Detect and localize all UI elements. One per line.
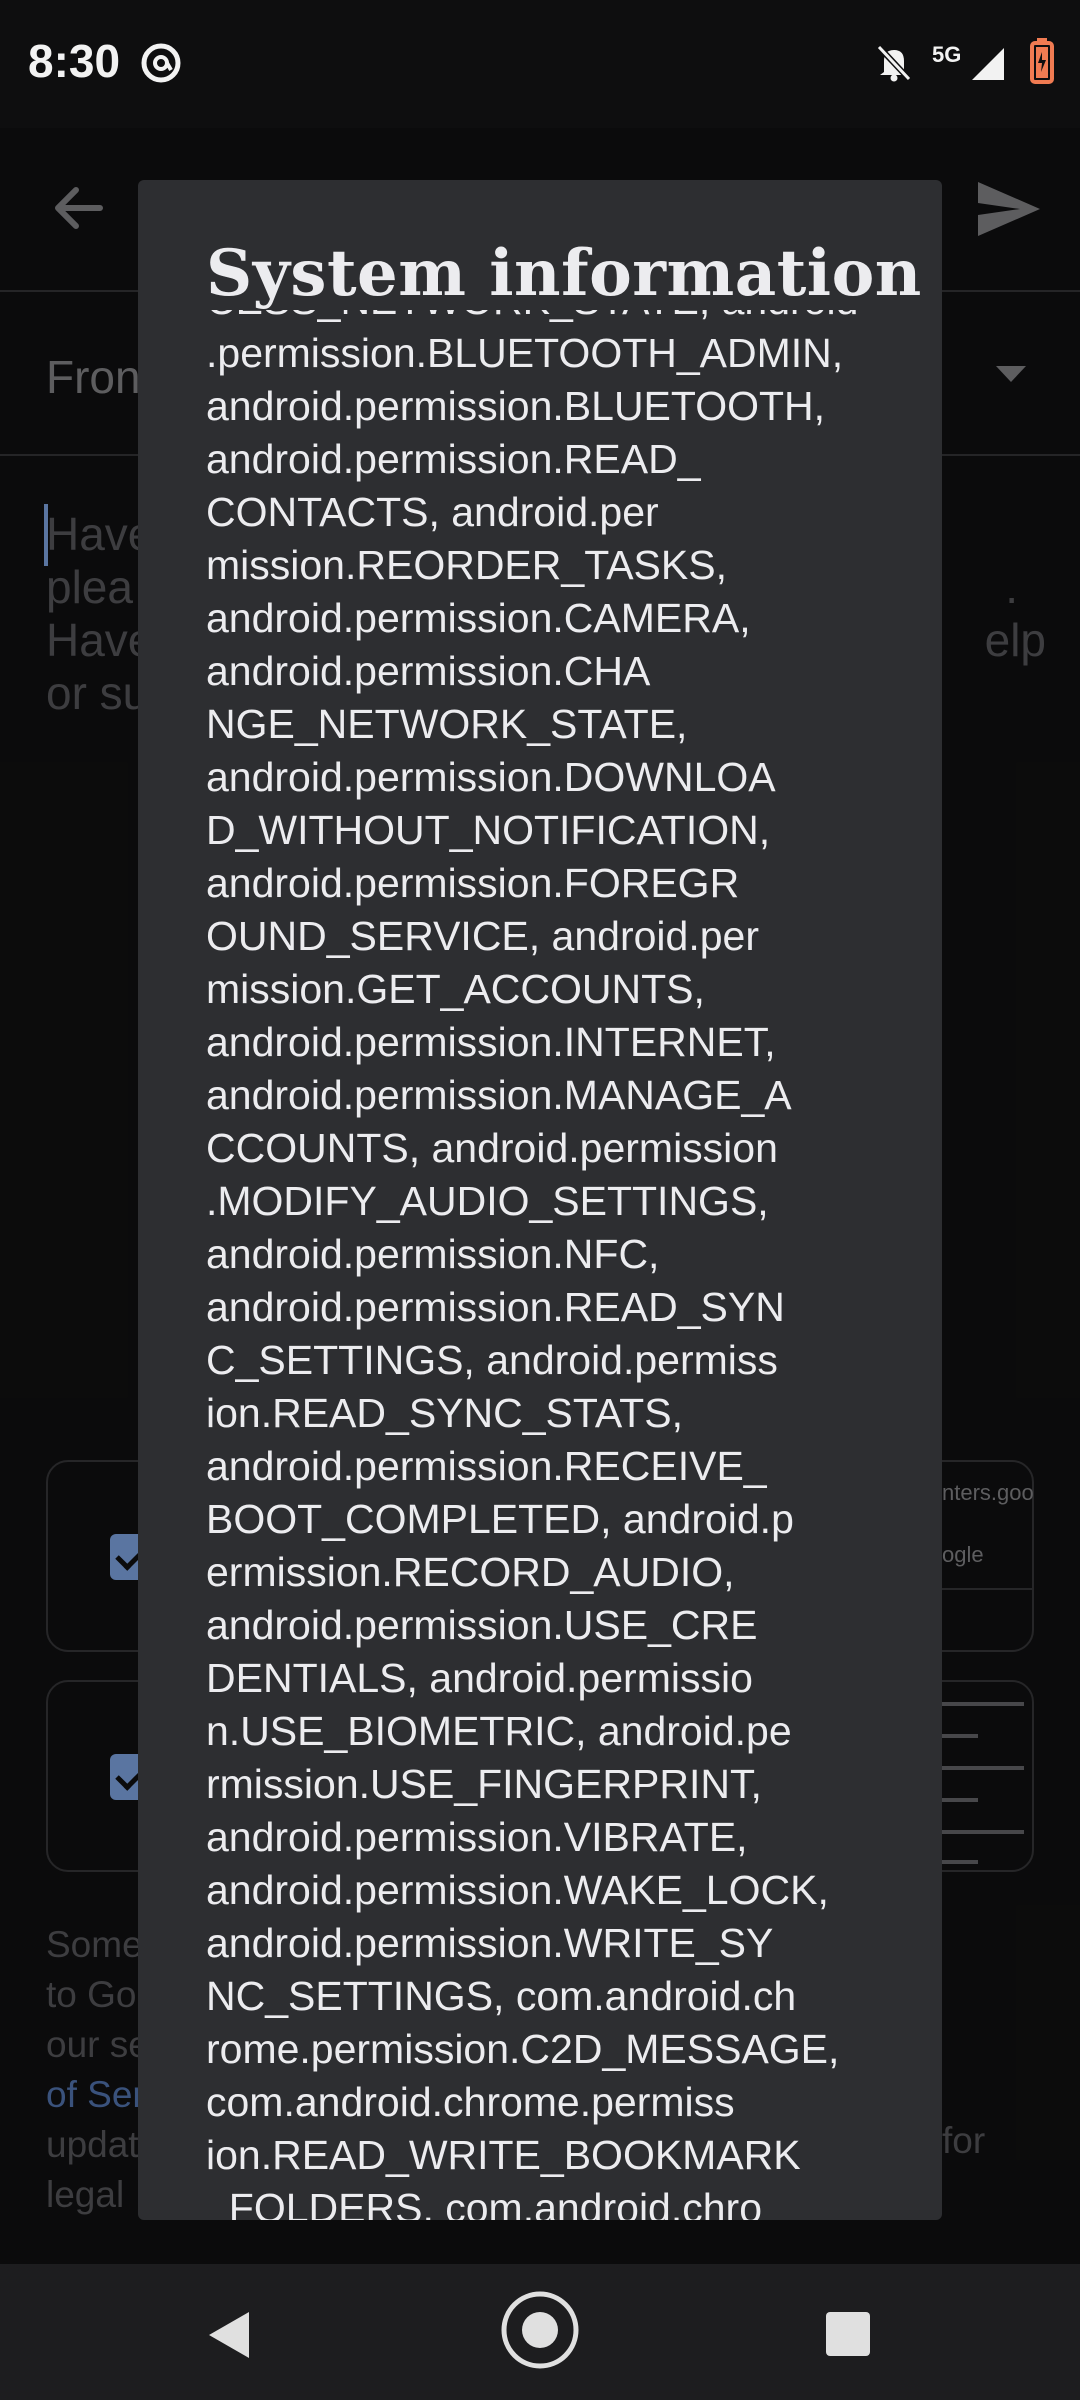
signal-icon (972, 48, 1004, 80)
system-information-dialog: System information CESS_NETWORK_STATE, a… (138, 180, 942, 2220)
nav-recents-icon[interactable] (826, 2312, 870, 2356)
dialog-title: System information (206, 236, 922, 311)
nav-home-icon[interactable] (500, 2290, 580, 2370)
status-time: 8:30 (28, 35, 121, 87)
status-bar: 8:30 5G (0, 0, 1080, 128)
notifications-off-icon (876, 44, 912, 82)
network-type-label: 5G (932, 42, 962, 67)
nav-back-icon[interactable] (205, 2310, 251, 2360)
dialog-scroll-area[interactable]: CESS_NETWORK_STATE, android .permission.… (206, 310, 906, 2220)
at-sign-icon (141, 43, 181, 83)
system-information-text: CESS_NETWORK_STATE, android .permission.… (206, 310, 858, 2220)
battery-charging-icon (1030, 38, 1054, 84)
